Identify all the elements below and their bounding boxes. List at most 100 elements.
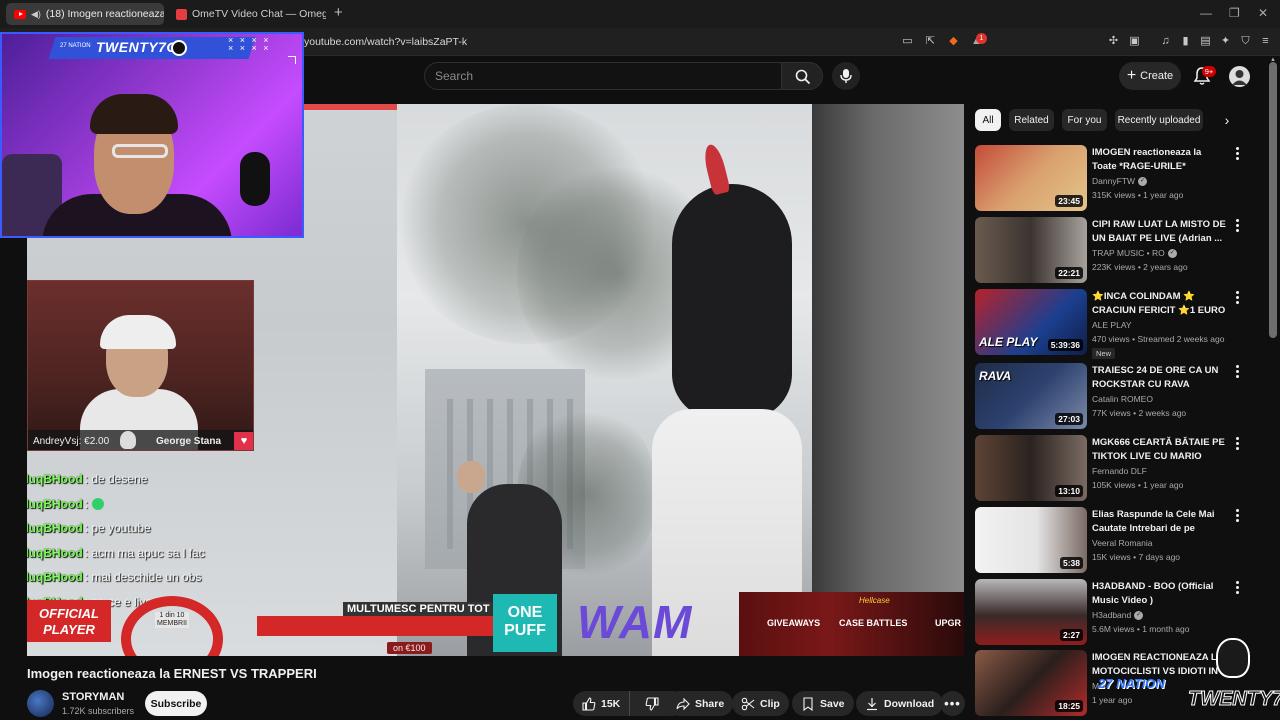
user-icon: [1232, 70, 1247, 85]
recommendation-title[interactable]: IMOGEN reactioneaza la Toate *RAGE-URILE…: [1092, 146, 1228, 174]
page-scrollbar[interactable]: [1269, 62, 1277, 338]
video-thumbnail[interactable]: RAVA 27:03: [975, 363, 1087, 429]
search-input[interactable]: [435, 69, 765, 83]
channel-name[interactable]: STORYMAN: [62, 691, 124, 703]
more-vertical-icon[interactable]: [1234, 219, 1240, 233]
banner-marks: × × × × × × × ×: [228, 35, 271, 53]
save-button[interactable]: Save: [792, 691, 854, 716]
more-vertical-icon[interactable]: [1234, 291, 1240, 305]
recommendation-title[interactable]: H3ADBAND - BOO (Official Music Video ): [1092, 580, 1228, 608]
recommendation-title[interactable]: MGK666 CEARTĂ BĂTAIE PE TIKTOK LIVE CU M…: [1092, 436, 1228, 464]
menu-icon[interactable]: ≡: [1259, 35, 1272, 48]
video-thumbnail[interactable]: 22:21: [975, 217, 1087, 283]
more-vertical-icon[interactable]: [1234, 437, 1240, 451]
chip-recently-uploaded[interactable]: Recently uploaded: [1115, 109, 1203, 131]
youtube-favicon-icon: [14, 9, 26, 19]
recommendation-item[interactable]: 23:45 IMOGEN reactioneaza la Toate *RAGE…: [975, 145, 1240, 213]
recommendation-channel[interactable]: Fernando DLF: [1092, 466, 1147, 476]
banner-title: TWENTY7G: [96, 39, 178, 55]
recommendation-item[interactable]: 13:10 MGK666 CEARTĂ BĂTAIE PE TIKTOK LIV…: [975, 435, 1240, 503]
chat-username: RaduqBHood: [27, 472, 83, 487]
recommendation-channel[interactable]: DannyFTW ✓: [1092, 176, 1147, 186]
more-vertical-icon[interactable]: [1234, 581, 1240, 595]
browser-tab-ometv[interactable]: OmeTV Video Chat — Omegle R ×: [168, 3, 326, 25]
new-tab-icon[interactable]: +: [334, 4, 343, 21]
recommendation-item[interactable]: RAVA 27:03 TRAIESC 24 DE ORE CA UN ROCKS…: [975, 363, 1240, 431]
more-actions-button[interactable]: •••: [940, 691, 965, 716]
watermark-name: TWENTY7G: [1187, 688, 1280, 711]
sidebar-toggle-icon[interactable]: ▣: [1128, 35, 1141, 48]
chip-all[interactable]: All: [975, 109, 1001, 131]
recommendation-title[interactable]: TRAIESC 24 DE ORE CA UN ROCKSTAR CU RAVA: [1092, 364, 1228, 392]
masked-head: [672, 184, 792, 419]
recommendation-channel[interactable]: Veeral Romania: [1092, 538, 1152, 548]
more-vertical-icon[interactable]: [1234, 509, 1240, 523]
recommendation-channel[interactable]: H3adband ✓: [1092, 610, 1144, 620]
chip-for-you[interactable]: For you: [1062, 109, 1107, 131]
thumbnail-text: RAVA: [979, 369, 1012, 383]
recommendation-item[interactable]: 5:38 Elias Raspunde la Cele Mai Cautate …: [975, 507, 1240, 575]
more-vertical-icon[interactable]: [1234, 365, 1240, 379]
create-button[interactable]: + Create: [1119, 62, 1181, 90]
video-thumbnail[interactable]: 2:27: [975, 579, 1087, 645]
subscribe-button[interactable]: Subscribe: [145, 691, 207, 716]
chat-text: :: [84, 496, 88, 511]
side-panel-icon[interactable]: ▮: [1179, 35, 1192, 48]
media-controls-icon[interactable]: ♫: [1159, 35, 1172, 48]
video-thumbnail[interactable]: 18:25: [975, 650, 1087, 716]
dislike-button[interactable]: [635, 691, 669, 716]
chevron-right-icon[interactable]: ›: [1219, 112, 1235, 128]
leo-ai-icon[interactable]: ✦: [1219, 35, 1232, 48]
recommendation-item[interactable]: 22:21 CIPI RAW LUAT LA MISTO DE UN BAIAT…: [975, 217, 1240, 285]
recommendation-channel[interactable]: Catalin ROMEO: [1092, 394, 1153, 404]
recommendation-title[interactable]: Elias Raspunde la Cele Mai Cautate Intre…: [1092, 508, 1228, 536]
skull-logo-icon: [171, 40, 187, 56]
maximize-icon[interactable]: ❐: [1229, 6, 1240, 20]
thumbs-down-icon: [645, 696, 659, 711]
video-scene: [397, 104, 812, 656]
one-puff-logo: ONE PUFF: [493, 594, 557, 652]
recommendation-meta: 223K views • 2 years ago: [1092, 262, 1188, 272]
chat-username: RaduqBHood: [27, 570, 83, 585]
extensions-icon[interactable]: ✣: [1107, 35, 1120, 48]
url-text[interactable]: youtube.com/watch?v=laibsZaPT-k: [304, 36, 467, 48]
voice-search-button[interactable]: [832, 62, 860, 90]
browser-tab-youtube[interactable]: ◀) (18) Imogen reactioneaza la E ×: [6, 3, 164, 25]
recommendation-title[interactable]: CIPI RAW LUAT LA MISTO DE UN BAIAT PE LI…: [1092, 218, 1228, 246]
share-button[interactable]: Share: [667, 691, 734, 716]
minimize-icon[interactable]: —: [1200, 6, 1212, 20]
account-avatar[interactable]: [1229, 66, 1250, 87]
vpn-icon[interactable]: ⛉: [1239, 35, 1252, 48]
video-thumbnail[interactable]: 13:10: [975, 435, 1087, 501]
video-title: Imogen reactioneaza la ERNEST VS TRAPPER…: [27, 666, 317, 681]
share-label: Share: [695, 697, 725, 710]
more-vertical-icon[interactable]: [1234, 147, 1240, 161]
thumbnail-text: ALE PLAY: [979, 335, 1038, 349]
bookmark-icon: [803, 696, 813, 711]
wallet-icon[interactable]: ▤: [1199, 35, 1212, 48]
video-thumbnail[interactable]: ALE PLAY 5:39:36: [975, 289, 1087, 355]
thumbs-up-icon: [582, 696, 596, 711]
search-button[interactable]: [781, 62, 823, 90]
channel-avatar[interactable]: [27, 690, 54, 717]
save-label: Save: [820, 697, 845, 710]
recommendation-title[interactable]: ⭐INCA COLINDAM ⭐ CRACIUN FERICIT ⭐1 EURO…: [1092, 290, 1228, 318]
video-thumbnail[interactable]: 23:45: [975, 145, 1087, 211]
speaker-icon[interactable]: ◀): [31, 9, 41, 20]
video-thumbnail[interactable]: 5:38: [975, 507, 1087, 573]
chip-related[interactable]: Related: [1009, 109, 1054, 131]
like-button[interactable]: 15K: [573, 691, 631, 716]
share-page-icon[interactable]: ⇱: [924, 35, 937, 48]
scissors-icon: [741, 697, 755, 710]
clip-button[interactable]: Clip: [732, 691, 789, 716]
close-window-icon[interactable]: ✕: [1258, 6, 1268, 20]
recommendation-channel[interactable]: TRAP MUSIC • RO ✓: [1092, 248, 1177, 258]
person-head: [457, 461, 485, 493]
download-button[interactable]: Download: [856, 691, 944, 716]
subscriber-count: 1.72K subscribers: [62, 706, 135, 716]
recommendation-item[interactable]: ALE PLAY 5:39:36 ⭐INCA COLINDAM ⭐ CRACIU…: [975, 289, 1240, 359]
screen-cast-icon[interactable]: ▭: [901, 35, 914, 48]
brave-shield-icon[interactable]: ◆: [947, 35, 960, 48]
chat-text: : acm ma apuc sa l fac: [84, 545, 205, 560]
recommendation-channel[interactable]: ALE PLAY: [1092, 320, 1132, 330]
